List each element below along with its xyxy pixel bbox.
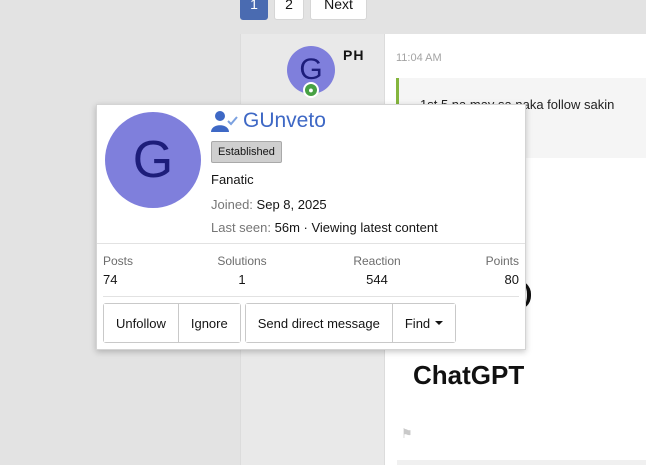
member-name-row: GUnveto	[211, 109, 326, 133]
stat-label: Reaction	[353, 254, 401, 268]
stat-label: Posts	[103, 254, 134, 268]
member-joined: Joined: Sep 8, 2025	[211, 197, 327, 212]
online-status-icon: ●	[303, 82, 319, 98]
post-username[interactable]: PH	[343, 47, 364, 63]
find-label: Find	[404, 315, 431, 331]
user-check-icon	[211, 110, 238, 132]
stat-label: Points	[485, 254, 519, 268]
stat-solutions: Solutions 1	[217, 254, 267, 287]
member-badge: Established	[211, 141, 282, 163]
report-flag-icon[interactable]: ⚑	[401, 426, 413, 442]
stat-value: 1	[238, 272, 246, 287]
stat-points: Points 80	[486, 254, 519, 287]
unfollow-button[interactable]: Unfollow	[104, 304, 178, 342]
next-page-button[interactable]: Next	[310, 0, 367, 20]
message-find-group: Send direct message Find	[244, 303, 457, 343]
page-2-button[interactable]: 2	[274, 0, 304, 20]
post-footer-strip	[397, 460, 646, 465]
stat-label: Solutions	[217, 254, 267, 268]
member-actions: Unfollow Ignore Send direct message Find	[103, 303, 457, 343]
divider	[103, 296, 519, 297]
find-dropdown-button[interactable]: Find	[391, 304, 456, 342]
ignore-button[interactable]: Ignore	[177, 304, 240, 342]
member-last-seen: Last seen: 56m · Viewing latest content	[211, 220, 438, 235]
stat-value: 74	[103, 272, 118, 287]
stat-value: 544	[366, 272, 388, 287]
page-1-button[interactable]: 1	[240, 0, 268, 20]
stat-reaction: Reaction 544	[352, 254, 402, 287]
send-message-button[interactable]: Send direct message	[245, 304, 392, 342]
member-username[interactable]: GUnveto	[243, 109, 326, 133]
post-timestamp[interactable]: 11:04 AM	[396, 52, 442, 64]
last-seen-value: 56m · Viewing latest content	[274, 220, 438, 235]
last-seen-label: Last seen:	[211, 220, 271, 235]
joined-label: Joined:	[211, 197, 253, 212]
pagination: 1 2 Next	[240, 0, 367, 20]
member-stats: Posts 74 Solutions 1 Reaction 544 Points…	[97, 243, 525, 287]
member-title: Fanatic	[211, 172, 254, 187]
member-tooltip: G GUnveto Established Fanatic Joined: Se…	[96, 104, 526, 350]
caret-down-icon	[435, 321, 444, 325]
post-heading: ChatGPT	[413, 360, 525, 390]
stat-posts[interactable]: Posts 74	[103, 254, 133, 287]
member-avatar[interactable]: G	[105, 112, 201, 208]
joined-value: Sep 8, 2025	[256, 197, 327, 212]
stat-value: 80	[504, 272, 519, 287]
follow-ignore-group: Unfollow Ignore	[103, 303, 241, 343]
